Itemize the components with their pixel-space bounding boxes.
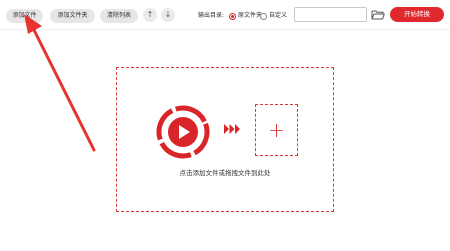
drop-hint-text: 点击添加文件或拖拽文件到此处 <box>179 169 271 177</box>
folder-icon[interactable] <box>371 9 385 20</box>
start-convert-button[interactable]: 开始转换 <box>390 7 444 22</box>
plus-icon: + <box>268 118 285 142</box>
radio-original-folder[interactable]: 原文件夹 <box>229 11 262 21</box>
clear-list-button[interactable]: 清除列表 <box>100 9 138 23</box>
radio-custom-label: 自定义 <box>269 12 288 19</box>
triple-chevron-icon <box>224 124 240 134</box>
radio-custom[interactable]: 自定义 <box>260 11 287 21</box>
video-convert-logo-icon <box>156 105 210 159</box>
radio-original-folder-control[interactable] <box>229 12 236 20</box>
radio-custom-control[interactable] <box>260 12 267 20</box>
radio-original-folder-label: 原文件夹 <box>238 12 263 19</box>
add-file-button[interactable]: 添加文件 <box>6 9 43 23</box>
output-path-input[interactable] <box>294 7 367 22</box>
add-folder-button[interactable]: 添加文件夹 <box>50 9 95 23</box>
move-up-button[interactable]: ↑ <box>143 8 157 22</box>
add-file-box[interactable]: + <box>255 104 298 156</box>
file-drop-zone[interactable] <box>116 67 334 212</box>
toolbar: 添加文件 添加文件夹 清除列表 ↑ ↓ 输出目录: 原文件夹 自定义 开始转换 <box>0 0 450 30</box>
move-down-button[interactable]: ↓ <box>161 8 175 22</box>
output-dir-label: 输出目录: <box>198 12 225 19</box>
